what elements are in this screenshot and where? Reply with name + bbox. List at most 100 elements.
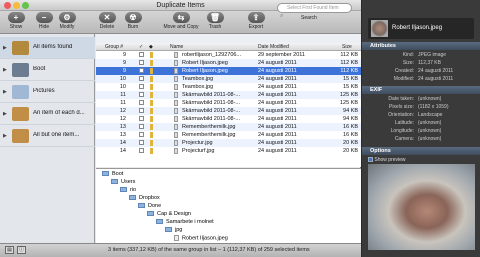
exif-section-header[interactable]: EXIF (362, 86, 480, 94)
tree-item[interactable]: rio (120, 187, 136, 195)
attributes-section-header[interactable]: Attributes (362, 42, 480, 50)
tree-item[interactable]: Done (138, 203, 161, 211)
disclosure-icon[interactable]: ▶ (3, 67, 7, 73)
folder-icon (129, 195, 136, 201)
row-checkbox[interactable] (139, 92, 144, 97)
row-name: Rememberthemilk.jpg (182, 124, 236, 130)
row-size: 112 KB (340, 60, 358, 66)
table-row[interactable]: 14 Projecturf.jpg 24 augusti 2011 20 KB (96, 147, 361, 155)
table-row[interactable]: 9 robertlijason_1292706... 29 september 20… (96, 51, 361, 59)
burn-button[interactable]: ☢ Burn (118, 12, 148, 33)
table-row[interactable]: 11 Skärmavbild 2011-08-... 24 augusti 2011… (96, 99, 361, 107)
row-checkbox[interactable] (139, 140, 144, 145)
table-row[interactable]: 10 Teambox.jpg 24 augusti 2011 15 KB (96, 83, 361, 91)
sidebar-item[interactable]: ▶ Pictures (0, 81, 95, 103)
column-check-icon[interactable]: ✓ (139, 44, 143, 50)
table-row[interactable]: 14 Projectur.jpg 24 augusti 2011 20 KB (96, 139, 361, 147)
minimize-button[interactable] (13, 2, 20, 9)
table-row[interactable]: 11 Skärmavbild 2011-08-... 24 augusti 2011… (96, 91, 361, 99)
checkbox-checked-icon (368, 157, 373, 163)
tree-item[interactable]: jpg (165, 227, 182, 235)
folder-icon (147, 211, 154, 217)
row-checkbox[interactable] (139, 108, 144, 113)
table-row[interactable]: 12 Skärmavbild 2011-08-... 24 augusti 2011… (96, 107, 361, 115)
tree-item[interactable]: Dropbox (129, 195, 160, 203)
row-checkbox[interactable] (139, 148, 144, 153)
table-row[interactable]: 13 Rememberthemilk.jpg 24 augusti 2011 16 K… (96, 123, 361, 131)
row-group: 9 (122, 60, 126, 66)
toolbar-label: Trash (208, 24, 222, 30)
row-checkbox[interactable] (139, 84, 144, 89)
label-color-icon (150, 76, 153, 82)
property-key: Modified: (393, 76, 414, 82)
options-section-header[interactable]: Options (362, 147, 480, 155)
row-checkbox[interactable] (139, 132, 144, 137)
table-row[interactable]: 13 Rememberthemilk.jpg 24 augusti 2011 16 K… (96, 131, 361, 139)
row-date: 24 augusti 2011 (258, 124, 297, 130)
row-checkbox[interactable] (139, 100, 144, 105)
property-key: Orientation: (388, 112, 414, 118)
column-group[interactable]: Group # (105, 44, 123, 50)
show-button[interactable]: + Show (1, 12, 31, 33)
label-color-icon (150, 68, 153, 74)
table-row[interactable]: 10 Teambox.jpg 24 augusti 2011 15 KB (96, 75, 361, 83)
column-label-icon[interactable]: ◆ (149, 44, 153, 50)
search-input[interactable]: Select First Found Item (277, 3, 352, 13)
zoom-button[interactable] (22, 2, 29, 9)
column-size[interactable]: Size (342, 44, 352, 50)
row-checkbox[interactable] (139, 60, 144, 65)
label-color-icon (150, 52, 153, 58)
info-toggle-icon[interactable]: ⓘ (17, 246, 26, 254)
row-size: 16 KB (343, 124, 358, 130)
show-icon: + (7, 12, 25, 23)
row-checkbox[interactable] (139, 52, 144, 57)
show-preview-checkbox[interactable]: Show preview (368, 157, 406, 163)
column-date[interactable]: Date Modified (258, 44, 289, 50)
sidebar-toggle-icon[interactable]: ▤ (5, 246, 14, 254)
property-key: Latitude: (394, 120, 414, 126)
tree-item[interactable]: Boot (102, 171, 123, 179)
file-thumbnail (371, 20, 388, 37)
row-name: Projectur.jpg (182, 140, 213, 146)
property-value: 24 augusti 2011 (418, 68, 454, 74)
sidebar-item[interactable]: ▶ All but one item... (0, 125, 95, 147)
row-checkbox[interactable] (139, 116, 144, 121)
close-button[interactable] (4, 2, 11, 9)
disclosure-icon[interactable]: ▶ (3, 133, 7, 139)
sidebar-item[interactable]: ▶ An item of each d... (0, 103, 95, 125)
modify-button[interactable]: ⚙ Modify (52, 12, 82, 33)
table-row[interactable]: 9 Robert Iljason.jpeg 24 augusti 2011 112 K… (96, 59, 361, 67)
tree-item-label: Cap & Design (157, 211, 191, 217)
tree-item-label: Dropbox (139, 195, 160, 201)
trash-button[interactable]: 🗑 Trash (200, 12, 230, 33)
status-bar: ▤ ⓘ 3 items (337,12 KB) of the same grou… (0, 243, 361, 257)
row-checkbox[interactable] (139, 76, 144, 81)
row-size: 15 KB (343, 76, 358, 82)
file-icon (174, 84, 178, 90)
row-name: Skärmavbild 2011-08-... (182, 116, 240, 122)
tree-item[interactable]: Samarbete i molnet (156, 219, 214, 227)
property-row: Created: 24 augusti 2011 (362, 68, 480, 75)
sidebar-item[interactable]: ▶ Boot (0, 59, 95, 81)
row-checkbox[interactable] (139, 68, 144, 73)
tree-item-label: rio (130, 187, 137, 193)
row-checkbox[interactable] (139, 124, 144, 129)
table-row[interactable]: 9 Robert Iljason.jpeg 24 augusti 2011 112 K… (96, 67, 361, 75)
property-key: Longitude: (390, 128, 414, 134)
tree-item[interactable]: Users (111, 179, 135, 187)
disclosure-icon[interactable]: ▶ (3, 45, 7, 51)
tree-item[interactable]: Cap & Design (147, 211, 191, 219)
tree-item[interactable]: Robert Iljason.jpeg (174, 235, 228, 243)
row-size: 20 KB (343, 148, 358, 154)
sidebar-item[interactable]: ▶ All items found (0, 37, 95, 59)
move-and-copy-button[interactable]: ⇆ Move and Copy (162, 12, 200, 33)
table-row[interactable]: 12 Skärmavbild 2011-08-... 24 augusti 2011… (96, 115, 361, 123)
export-button[interactable]: ⇪ Export (241, 12, 271, 33)
disclosure-icon[interactable]: ▶ (3, 89, 7, 95)
column-name[interactable]: Name (170, 44, 183, 50)
duplicate-items-window: Duplicate Items + Show − Hide ⚙ Modify ✕ Delete… (0, 0, 361, 257)
row-group: 13 (119, 132, 126, 138)
row-name: Skärmavbild 2011-08-... (182, 100, 240, 106)
disclosure-icon[interactable]: ▶ (3, 111, 7, 117)
row-date: 24 augusti 2011 (258, 132, 297, 138)
